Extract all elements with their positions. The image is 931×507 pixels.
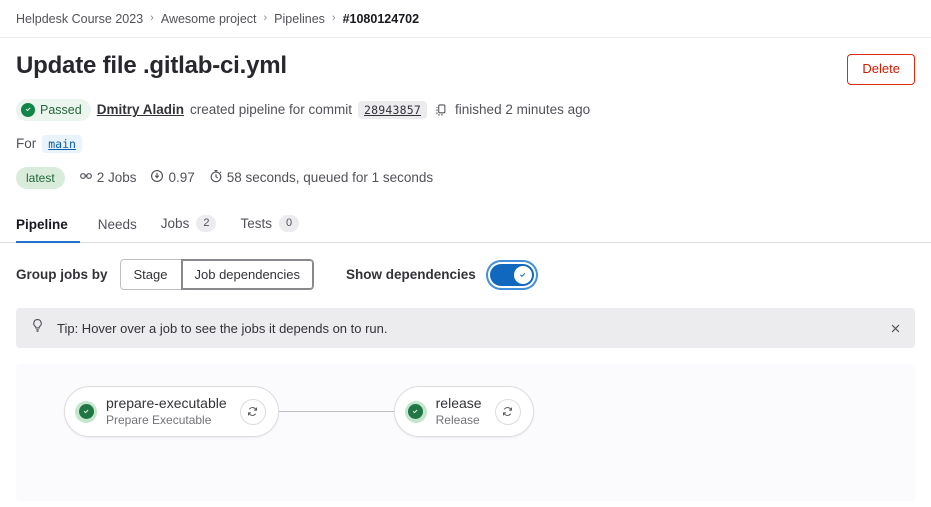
retry-icon[interactable] — [495, 399, 521, 425]
pipeline-finished-text: finished 2 minutes ago — [455, 102, 590, 117]
copy-icon[interactable] — [433, 103, 449, 117]
group-jobs-by-segmented-control: Stage Job dependencies — [120, 259, 315, 291]
pipeline-score-label: 0.97 — [168, 170, 194, 185]
pipeline-status-row: Passed Dmitry Aladin created pipeline fo… — [16, 99, 915, 121]
gauge-icon — [150, 169, 164, 186]
job-status-success-icon — [405, 401, 427, 423]
job-name: release — [436, 395, 482, 413]
retry-icon[interactable] — [240, 399, 266, 425]
segment-job-dependencies[interactable]: Job dependencies — [181, 259, 315, 291]
tab-needs[interactable]: Needs — [86, 209, 149, 243]
ref-branch-link[interactable]: main — [42, 135, 82, 153]
breadcrumb-separator-icon: › — [264, 13, 268, 24]
toggle-knob — [514, 266, 532, 284]
show-dependencies-label: Show dependencies — [346, 267, 476, 282]
breadcrumb-item-project[interactable]: Awesome project — [161, 12, 257, 26]
job-text: prepare-executable Prepare Executable — [106, 395, 227, 428]
pipeline-page: Helpdesk Course 2023 › Awesome project ›… — [0, 0, 931, 507]
jobs-count-label: 2 Jobs — [97, 170, 137, 185]
tip-banner: Tip: Hover over a job to see the jobs it… — [16, 308, 915, 348]
breadcrumb-item-pipelines[interactable]: Pipelines — [274, 12, 325, 26]
page-title: Update file .gitlab-ci.yml — [16, 52, 287, 81]
close-icon[interactable] — [888, 322, 903, 335]
lightbulb-icon — [30, 318, 45, 338]
tab-tests[interactable]: Tests 0 — [228, 207, 311, 243]
tab-jobs[interactable]: Jobs 2 — [149, 207, 229, 243]
pipeline-meta-row: latest 2 Jobs 0. — [16, 167, 915, 189]
status-badge-label: Passed — [40, 101, 82, 119]
breadcrumb-separator-icon: › — [332, 13, 336, 24]
pipeline-ref-row: For main — [16, 135, 915, 153]
job-text: release Release — [436, 395, 482, 428]
check-circle-icon — [21, 103, 35, 117]
pipeline-score-item: 0.97 — [150, 169, 194, 186]
job-status-success-icon — [75, 401, 97, 423]
pipeline-duration-item: 58 seconds, queued for 1 seconds — [209, 169, 433, 186]
pipeline-author-link[interactable]: Dmitry Aladin — [97, 102, 184, 117]
breadcrumb-item-group[interactable]: Helpdesk Course 2023 — [16, 12, 143, 26]
pipeline-graph-nodes: prepare-executable Prepare Executable — [64, 386, 534, 437]
pipeline-header: Update file .gitlab-ci.yml Delete Passed… — [0, 38, 931, 189]
title-row: Update file .gitlab-ci.yml Delete — [16, 52, 915, 85]
job-node-prepare-executable[interactable]: prepare-executable Prepare Executable — [64, 386, 279, 437]
delete-button[interactable]: Delete — [847, 54, 915, 85]
pipeline-duration-label: 58 seconds, queued for 1 seconds — [227, 170, 433, 185]
job-node-release[interactable]: release Release — [394, 386, 534, 437]
tab-pipeline-label: Pipeline — [16, 217, 68, 232]
commit-sha-link[interactable]: 28943857 — [358, 101, 427, 119]
latest-badge: latest — [16, 167, 65, 189]
for-label: For — [16, 136, 36, 151]
tab-jobs-label: Jobs — [161, 216, 190, 231]
job-stage-name: Prepare Executable — [106, 413, 227, 428]
tab-pipeline[interactable]: Pipeline — [16, 209, 80, 243]
breadcrumb-separator-icon: › — [150, 13, 154, 24]
check-icon — [518, 270, 528, 280]
tab-needs-label: Needs — [98, 217, 137, 232]
tab-tests-count: 0 — [279, 215, 299, 232]
link-icon — [79, 169, 93, 186]
tip-text: Tip: Hover over a job to see the jobs it… — [57, 321, 876, 336]
graph-controls: Group jobs by Stage Job dependencies Sho… — [0, 243, 931, 291]
job-dependency-connector — [279, 411, 394, 412]
show-dependencies-toggle[interactable] — [490, 264, 534, 286]
pipeline-graph: prepare-executable Prepare Executable — [16, 364, 915, 501]
group-jobs-by-label: Group jobs by — [16, 267, 108, 282]
pipeline-action-text: created pipeline for commit — [190, 102, 352, 117]
job-name: prepare-executable — [106, 395, 227, 413]
timer-icon — [209, 169, 223, 186]
breadcrumb: Helpdesk Course 2023 › Awesome project ›… — [0, 0, 931, 38]
tab-tests-label: Tests — [240, 216, 272, 231]
jobs-count-item: 2 Jobs — [79, 169, 137, 186]
job-stage-name: Release — [436, 413, 482, 428]
pipeline-tabs: Pipeline Needs Jobs 2 Tests 0 — [0, 207, 931, 243]
segment-stage[interactable]: Stage — [120, 259, 181, 291]
status-badge: Passed — [16, 99, 91, 121]
breadcrumb-item-pipeline-id[interactable]: #1080124702 — [343, 12, 419, 26]
tab-jobs-count: 2 — [196, 215, 216, 232]
